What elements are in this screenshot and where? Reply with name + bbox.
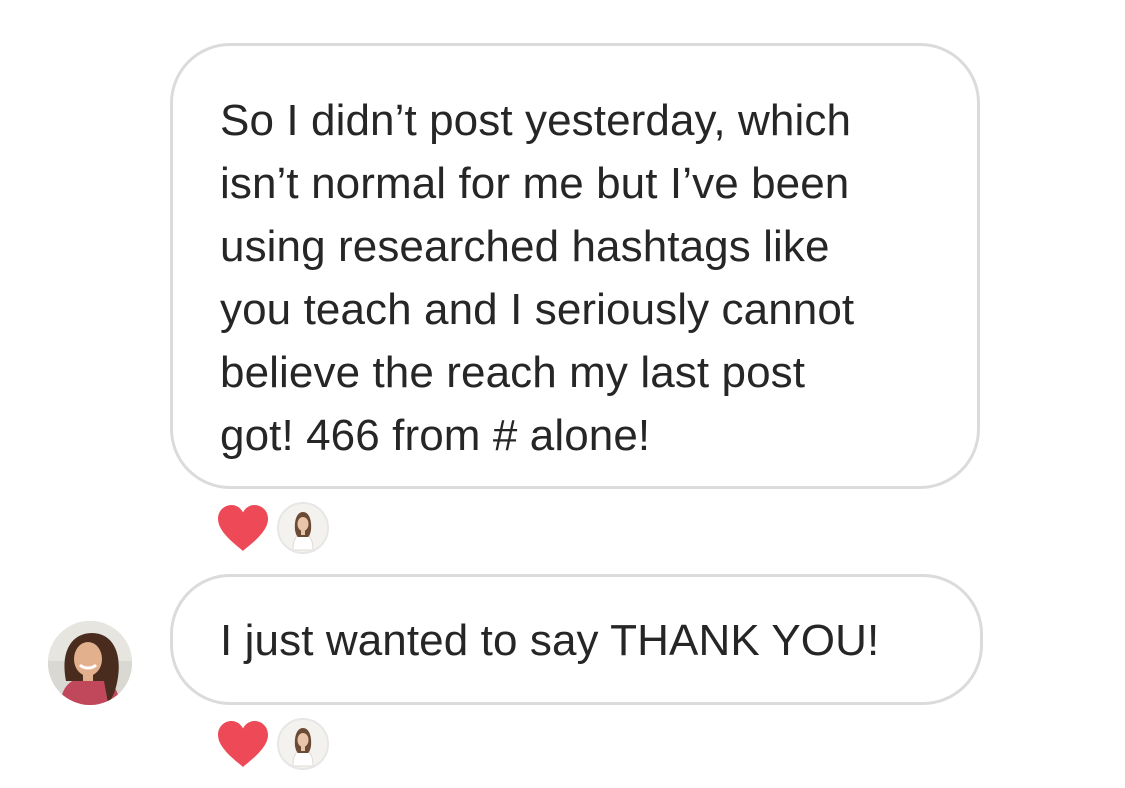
message-text-line: isn’t normal for me but I’ve been <box>220 159 850 208</box>
heart-icon <box>218 721 268 767</box>
sender-avatar-image <box>48 621 132 705</box>
message-bubble[interactable]: I just wanted to say THANK YOU! <box>170 574 983 705</box>
message-reactions[interactable] <box>215 500 329 556</box>
sender-avatar[interactable] <box>48 621 132 705</box>
reactor-avatar[interactable] <box>277 718 329 770</box>
message-text-line: using researched hashtags like <box>220 222 830 271</box>
message-text-line: you teach and I seriously cannot <box>220 285 855 334</box>
reactor-avatar-image <box>279 720 327 768</box>
chat-thread: So I didn’t post yesterday, which isn’t … <box>0 0 1125 788</box>
message-text-line: got! 466 from # alone! <box>220 411 651 460</box>
message-reactions[interactable] <box>215 716 329 772</box>
message-text-line: believe the reach my last post <box>220 348 806 397</box>
heart-icon <box>218 505 268 551</box>
reactor-avatar[interactable] <box>277 502 329 554</box>
message-text-line: I just wanted to say THANK YOU! <box>220 616 880 665</box>
reactor-avatar-image <box>279 504 327 552</box>
message-bubble[interactable]: So I didn’t post yesterday, which isn’t … <box>170 43 980 489</box>
message-text-line: So I didn’t post yesterday, which <box>220 96 852 145</box>
